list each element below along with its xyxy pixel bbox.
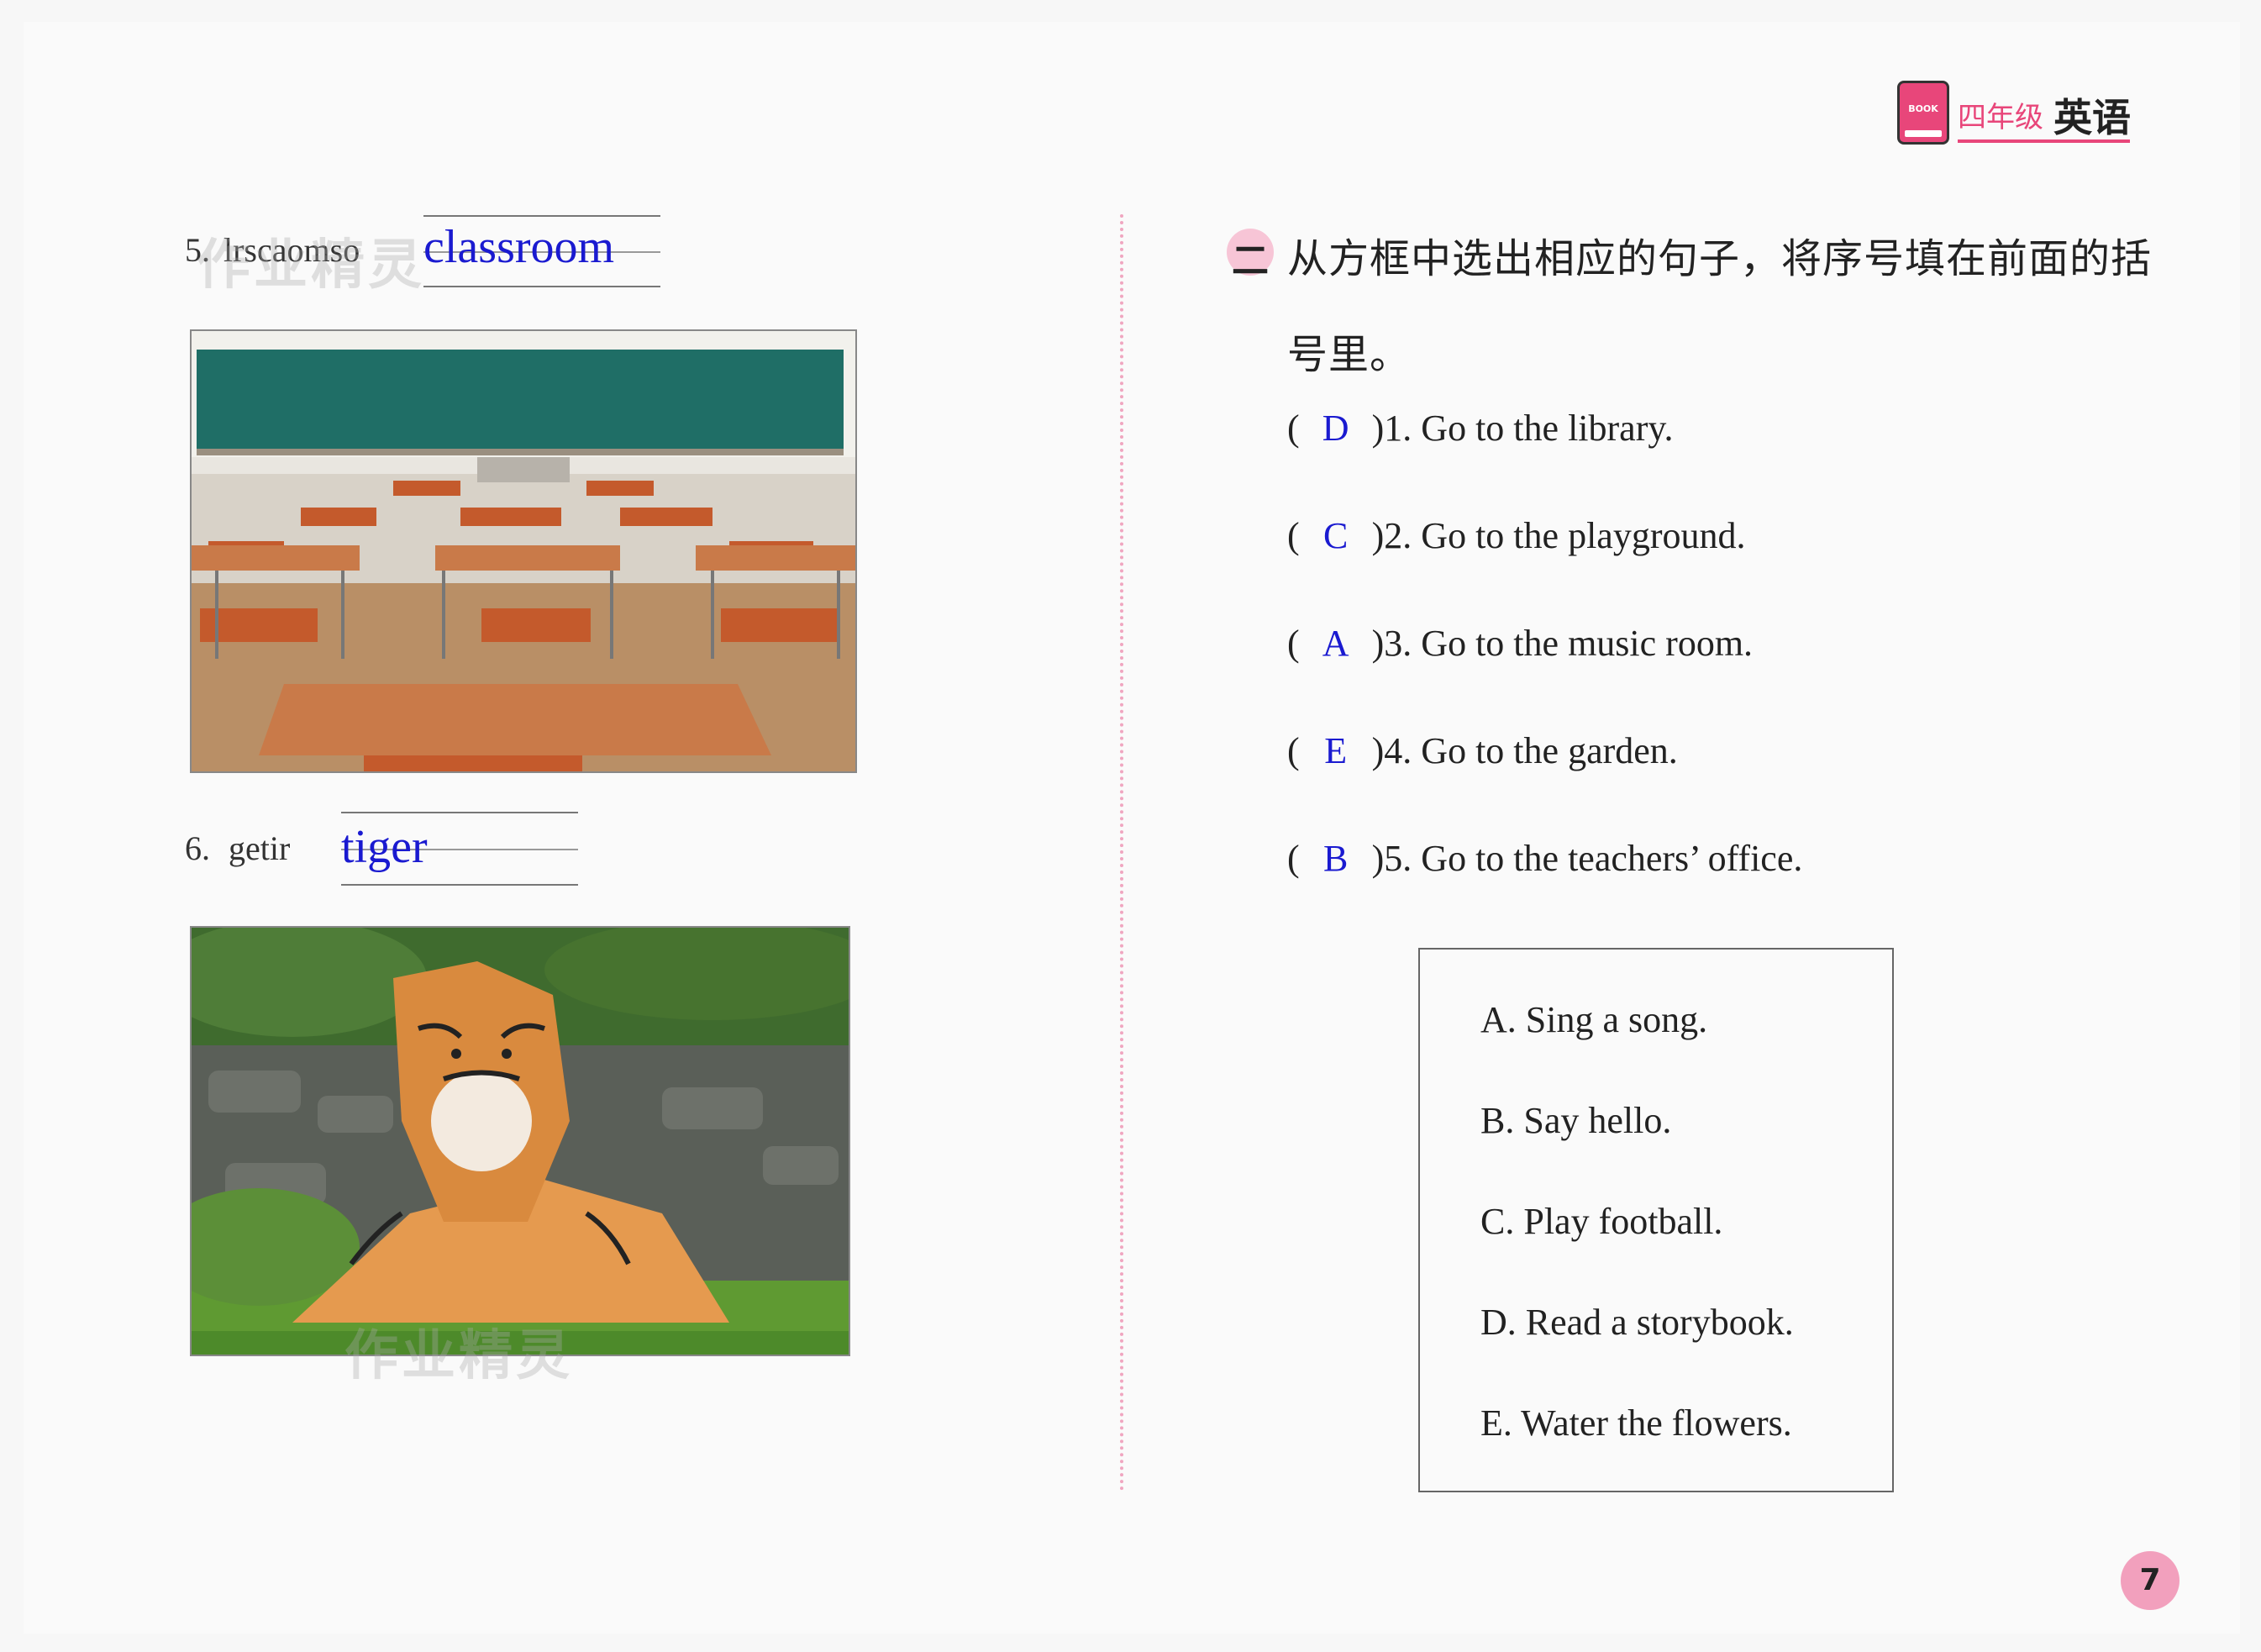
subject-badge: BOOK 四年级 英语 <box>1897 81 2132 148</box>
answer-blank[interactable]: E <box>1300 729 1372 772</box>
question-row: (D)1. Go to the library. <box>1287 407 1674 450</box>
watermark: 作业精灵 <box>197 234 425 297</box>
option-item: D. Read a storybook. <box>1480 1302 1794 1343</box>
scrambled-word: getir <box>229 829 291 867</box>
question-number: 6. <box>185 829 210 867</box>
answer-blank[interactable]: C <box>1300 514 1372 557</box>
grade-label: 四年级 <box>1958 101 2043 134</box>
tiger-photo <box>190 926 850 1356</box>
question-row: (A)3. Go to the music room. <box>1287 622 1754 665</box>
handwritten-answer: tiger <box>341 821 428 873</box>
badge-underline <box>1958 139 2130 143</box>
question-row: (E)4. Go to the garden. <box>1287 729 1678 772</box>
question-row: (B)5. Go to the teachers’ office. <box>1287 837 1803 880</box>
handwritten-answer: classroom <box>423 221 615 273</box>
answer-blank[interactable]: B <box>1300 837 1372 880</box>
instruction-text: 从方框中选出相应的句子，将序号填在前面的括 <box>1287 235 2153 282</box>
page-divider <box>1120 214 1123 1492</box>
option-item: B. Say hello. <box>1480 1100 1672 1141</box>
section-marker: 二 <box>1227 229 1274 282</box>
question-row: (C)2. Go to the playground. <box>1287 514 1746 557</box>
answer-blank[interactable]: A <box>1300 622 1372 665</box>
option-item: A. Sing a song. <box>1480 999 1708 1040</box>
options-box: A. Sing a song. B. Say hello. C. Play fo… <box>1418 948 1894 1492</box>
classroom-photo <box>190 329 857 773</box>
watermark: 作业精灵 <box>344 1325 573 1387</box>
option-item: C. Play football. <box>1480 1201 1723 1242</box>
answer-blank[interactable]: D <box>1300 407 1372 450</box>
book-icon: BOOK <box>1897 81 1949 145</box>
subject-label: 英语 <box>2053 95 2131 140</box>
option-item: E. Water the flowers. <box>1480 1402 1792 1444</box>
page-number: 7 <box>2121 1551 2179 1610</box>
instruction-text-continued: 号里。 <box>1287 331 1412 378</box>
